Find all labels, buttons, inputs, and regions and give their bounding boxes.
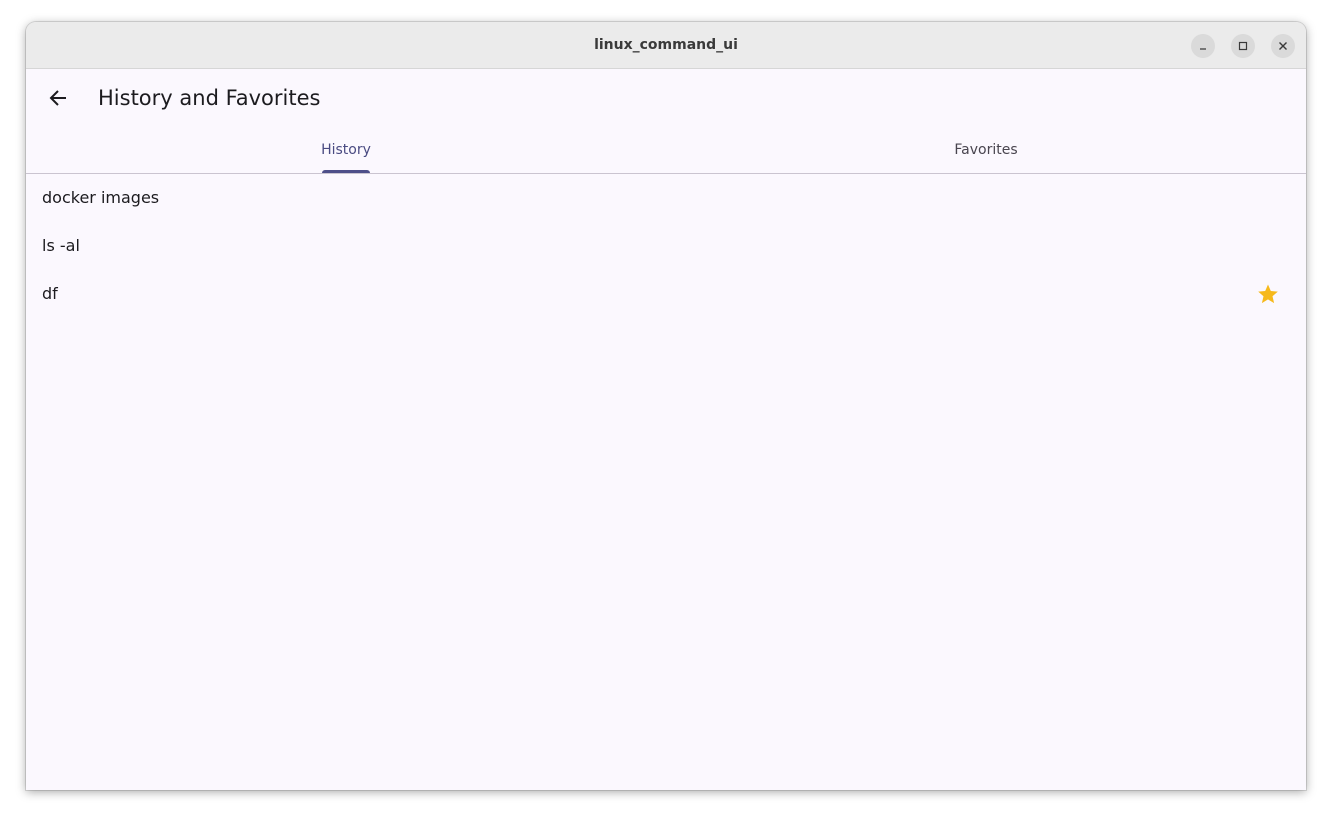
command-text: df (42, 284, 58, 303)
minimize-icon (1200, 48, 1206, 50)
tab-indicator (322, 170, 370, 173)
history-list: docker images ls -al df (26, 174, 1306, 318)
maximize-button[interactable] (1231, 34, 1255, 58)
arrow-back-icon (49, 90, 66, 106)
window-title: linux_command_ui (594, 37, 738, 53)
command-text: ls -al (42, 236, 80, 255)
command-text: docker images (42, 188, 160, 207)
tab-history[interactable]: History (26, 126, 666, 173)
tab-bar: History Favorites (26, 126, 1306, 174)
list-item[interactable]: ls -al (26, 222, 1306, 270)
maximize-icon (1238, 41, 1248, 51)
app-window: linux_command_ui History and Favorites H… (26, 22, 1306, 790)
close-icon (1279, 42, 1287, 50)
tab-history-label: History (321, 141, 371, 158)
star-icon[interactable] (1256, 282, 1280, 306)
page-title: History and Favorites (98, 86, 321, 110)
app-bar: History and Favorites (26, 70, 1306, 126)
list-item[interactable]: docker images (26, 174, 1306, 222)
tab-favorites[interactable]: Favorites (666, 126, 1306, 173)
title-bar[interactable]: linux_command_ui (26, 22, 1306, 69)
close-button[interactable] (1271, 34, 1295, 58)
list-item[interactable]: df (26, 270, 1306, 318)
back-button[interactable] (38, 78, 78, 118)
tab-favorites-label: Favorites (954, 141, 1018, 158)
minimize-button[interactable] (1191, 34, 1215, 58)
